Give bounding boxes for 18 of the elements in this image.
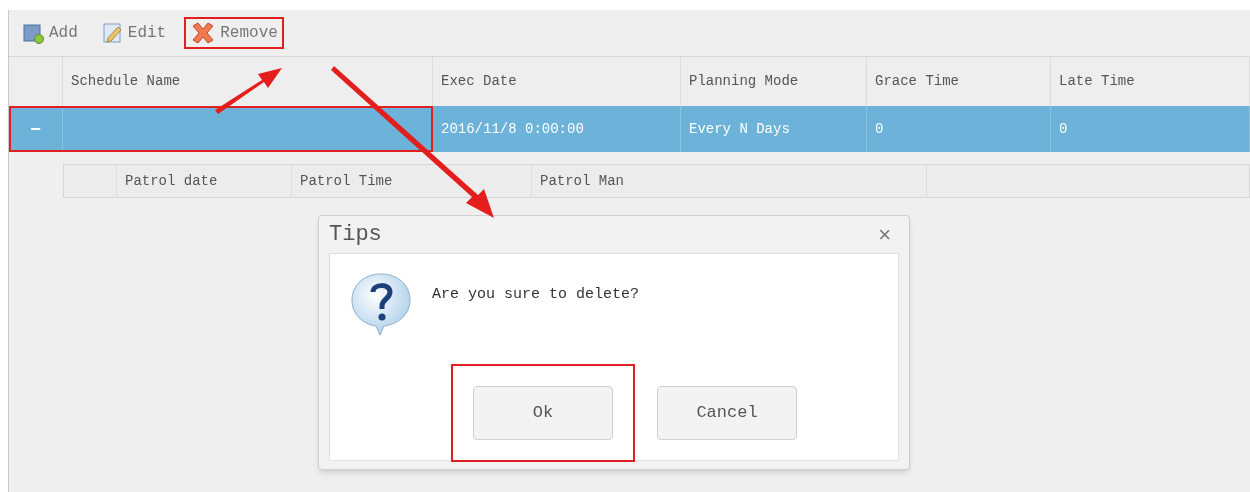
table-cell-text: 0 [1059,119,1068,139]
table-cell-text: Every N Days [689,119,790,139]
close-button[interactable]: × [870,218,899,251]
dialog-message: Are you sure to delete? [432,285,640,305]
table-cell-text: 0 [875,119,884,139]
pencil-document-icon [101,22,124,44]
dialog-title: Tips [329,221,382,249]
column-header[interactable]: Patrol Man [532,165,927,197]
dialog-button[interactable]: Ok [473,386,613,440]
question-bubble-icon [350,272,412,336]
document-plus-icon [23,22,45,44]
dialog-button[interactable]: Cancel [657,386,797,440]
toolbar-button[interactable]: Add [17,17,84,49]
toolbar-button[interactable]: Edit [95,17,173,49]
toolbar-button[interactable]: Remove [184,17,284,49]
table-cell-text: 2016/11/8 0:00:00 [441,119,584,139]
column-header[interactable]: Patrol date [117,165,292,197]
annotation-arrow [215,68,282,114]
